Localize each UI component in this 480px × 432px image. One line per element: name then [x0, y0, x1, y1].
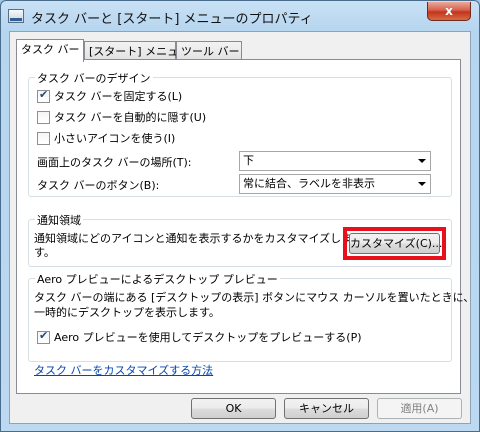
small-icons-label: 小さいアイコンを使う(I) — [54, 132, 176, 145]
cancel-button-label: キャンセル — [299, 402, 354, 415]
tab-taskbar-label: タスク バー — [21, 43, 80, 56]
customize-button-label: カスタマイズ(C)... — [350, 237, 443, 250]
customize-button[interactable]: カスタマイズ(C)... — [349, 233, 443, 254]
autohide-taskbar-checkbox[interactable] — [37, 110, 50, 124]
taskbar-design-group: タスク バーのデザイン タスク バーを固定する(L) タスク バーを自動的に隠す… — [28, 70, 452, 197]
tab-toolbars[interactable]: ツール バー — [176, 41, 242, 61]
aero-peek-group: Aero プレビューによるデスクトップ プレビュー タスク バーの端にある [デ… — [28, 271, 474, 362]
taskbar-tab-panel: タスク バーのデザイン タスク バーを固定する(L) タスク バーを自動的に隠す… — [16, 59, 474, 394]
aero-peek-title: Aero プレビューによるデスクトップ プレビュー — [35, 271, 280, 287]
chevron-down-icon — [418, 159, 426, 163]
aero-peek-description-line1: タスク バーの端にある [デスクトップの表示] ボタンにマウス カーソルを置いた… — [34, 291, 475, 304]
close-button[interactable]: x — [427, 2, 471, 21]
taskbar-buttons-value: 常に結合、ラベルを非表示 — [243, 177, 375, 190]
notification-description-line2: す。 — [34, 246, 55, 259]
taskbar-app-icon — [8, 9, 24, 23]
tab-toolbars-label: ツール バー — [181, 45, 240, 58]
chevron-down-icon — [418, 182, 426, 186]
small-icons-option[interactable]: 小さいアイコンを使う(I) — [37, 130, 175, 146]
autohide-taskbar-option[interactable]: タスク バーを自動的に隠す(U) — [37, 109, 206, 125]
lock-taskbar-checkbox[interactable] — [37, 88, 50, 103]
aero-peek-label: Aero プレビューを使用してデスクトップをプレビューする(P) — [54, 331, 362, 344]
autohide-taskbar-label: タスク バーを自動的に隠す(U) — [54, 111, 207, 124]
lock-taskbar-label: タスク バーを固定する(L) — [54, 90, 183, 103]
notification-description-line1: 通知領域にどのアイコンと通知を表示するかをカスタマイズしま — [34, 232, 353, 245]
apply-button-label: 適用(A) — [400, 402, 439, 415]
cancel-button[interactable]: キャンセル — [284, 398, 369, 419]
ok-button[interactable]: OK — [191, 398, 276, 419]
title-bar[interactable]: タスク バーと [スタート] メニューのプロパティ x — [1, 1, 479, 31]
taskbar-buttons-label: タスク バーのボタン(B): — [37, 179, 160, 192]
ok-button-label: OK — [225, 402, 242, 415]
notification-area-group: 通知領域 通知領域にどのアイコンと通知を表示するかをカスタマイズしま す。 カス… — [28, 212, 452, 267]
window-title: タスク バーと [スタート] メニューのプロパティ — [31, 12, 313, 27]
properties-window: タスク バーと [スタート] メニューのプロパティ x タスク バー [スタート… — [0, 0, 480, 432]
apply-button[interactable]: 適用(A) — [377, 398, 462, 419]
tab-start-menu[interactable]: [スタート] メニュー — [84, 41, 189, 61]
aero-peek-option[interactable]: Aero プレビューを使用してデスクトップをプレビューする(P) — [37, 329, 362, 345]
taskbar-design-title: タスク バーのデザイン — [35, 70, 153, 86]
notification-area-title: 通知領域 — [35, 212, 83, 228]
aero-peek-checkbox[interactable] — [37, 329, 50, 344]
taskbar-location-label: 画面上のタスク バーの場所(T): — [37, 156, 192, 169]
taskbar-buttons-select[interactable]: 常に結合、ラベルを非表示 — [239, 174, 431, 194]
dialog-client-area: タスク バー [スタート] メニュー ツール バー タスク バーのデザイン タス… — [9, 31, 474, 424]
close-icon: x — [445, 4, 453, 18]
lock-taskbar-option[interactable]: タスク バーを固定する(L) — [37, 88, 182, 104]
help-link[interactable]: タスク バーをカスタマイズする方法 — [34, 362, 213, 378]
taskbar-location-value: 下 — [243, 154, 254, 167]
taskbar-location-select[interactable]: 下 — [239, 151, 431, 171]
tab-start-menu-label: [スタート] メニュー — [89, 45, 190, 58]
small-icons-checkbox[interactable] — [37, 131, 50, 145]
tab-taskbar[interactable]: タスク バー — [16, 39, 84, 62]
aero-peek-description-line2: 一時的にデスクトップを表示します。 — [34, 306, 220, 319]
